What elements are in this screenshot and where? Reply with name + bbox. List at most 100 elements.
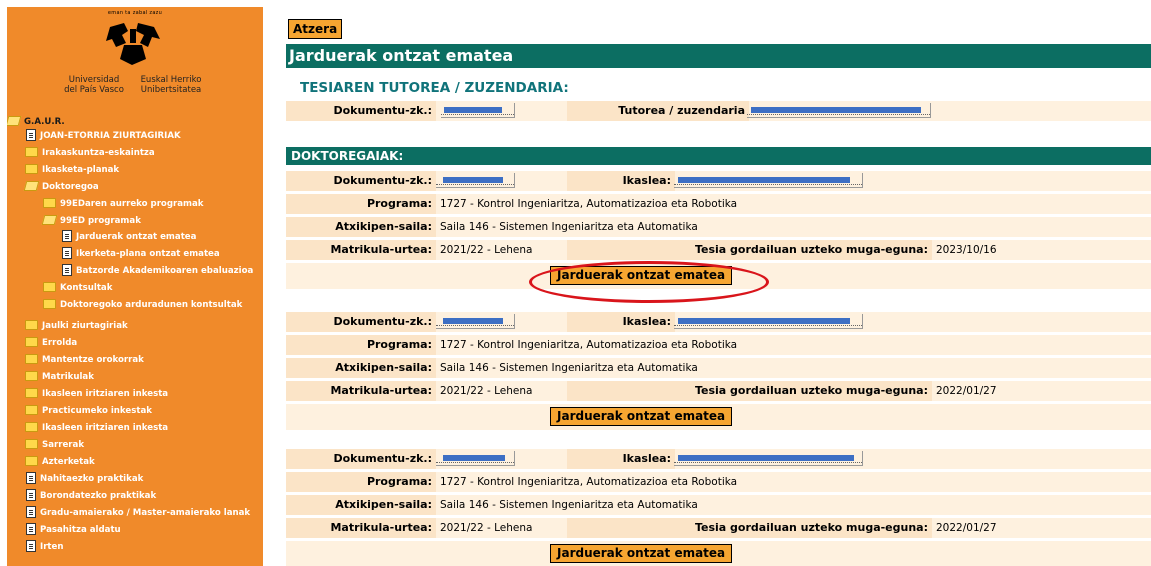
sidebar-item-4[interactable]: Doktoregoa (23, 180, 99, 194)
sidebar-item-label: JOAN-ETORRIA ZIURTAGIRIAK (40, 131, 181, 141)
sidebar-item-2[interactable]: Irakaskuntza-eskaintza (25, 146, 155, 160)
sidebar-item-label: Jaulki ziurtagiriak (42, 321, 128, 331)
sidebar-item-1[interactable]: JOAN-ETORRIA ZIURTAGIRIAK (25, 128, 181, 143)
enrolment-year-value: 2021/22 - Lehena (440, 522, 533, 534)
folder-open-icon (41, 214, 58, 225)
folder-icon (25, 438, 38, 449)
deadline-label: Tesia gordailuan uzteko muga-eguna: (567, 518, 932, 538)
folder-icon (25, 336, 38, 347)
sidebar-item-9[interactable]: Batzorde Akademikoaren ebaluazioa (61, 263, 254, 278)
department-label: Atxikipen-saila: (286, 495, 436, 515)
enrolment-year-label: Matrikula-urtea: (286, 381, 436, 401)
folder-icon (43, 298, 56, 309)
sidebar-item-16[interactable]: Ikasleen iritziaren inkesta (25, 387, 168, 401)
sidebar-item-21[interactable]: Nahitaezko praktikak (25, 471, 144, 486)
sidebar-item-7[interactable]: Jarduerak ontzat ematea (61, 229, 197, 244)
sidebar-item-label: Doktoregoa (42, 182, 99, 192)
student-program-row: Programa: 1727 - Kontrol Ingeniaritza, Au… (286, 194, 1151, 214)
folder-icon (25, 163, 38, 174)
sidebar-item-label: Errolda (42, 338, 78, 348)
tutor-name-label: Tutorea / zuzendaria (567, 101, 749, 121)
student-doc-label: Dokumentu-zk.: (286, 171, 436, 191)
redacted-doc-number (443, 177, 503, 183)
sidebar-item-label: Batzorde Akademikoaren ebaluazioa (76, 266, 254, 276)
document-icon (26, 505, 36, 518)
sidebar-item-label: Ikerketa-plana ontzat ematea (76, 249, 220, 259)
sidebar-item-6[interactable]: 99ED programak (41, 214, 141, 228)
sidebar-item-13[interactable]: Errolda (25, 336, 77, 350)
program-label: Programa: (286, 472, 436, 492)
sidebar-item-0[interactable]: G.A.U.R. (7, 115, 65, 129)
department-value: Saila 146 - Sistemen Ingeniaritza eta Au… (440, 499, 698, 511)
tutor-heading: TESIAREN TUTOREA / ZUZENDARIA: (300, 80, 569, 96)
sidebar-item-20[interactable]: Azterketak (25, 455, 95, 469)
sidebar-item-label: Nahitaezko praktikak (40, 474, 144, 484)
tutor-doc-label: Dokumentu-zk.: (286, 101, 436, 121)
sidebar-item-8[interactable]: Ikerketa-plana ontzat ematea (61, 246, 220, 261)
university-emblem-icon (106, 23, 160, 65)
document-icon (62, 229, 72, 242)
folder-icon (43, 197, 56, 208)
university-name-eu: Euskal Herriko Unibertsitatea (131, 75, 211, 95)
department-value: Saila 146 - Sistemen Ingeniaritza eta Au… (440, 221, 698, 233)
department-value: Saila 146 - Sistemen Ingeniaritza eta Au… (440, 362, 698, 374)
document-icon (26, 488, 36, 501)
sidebar-item-19[interactable]: Sarrerak (25, 438, 84, 452)
sidebar-item-24[interactable]: Pasahitza aldatu (25, 522, 121, 537)
sidebar-item-label: Borondatezko praktikak (40, 491, 157, 501)
main-content: Atzera Jarduerak ontzat ematea TESIAREN … (286, 0, 1151, 566)
sidebar-item-11[interactable]: Doktoregoko arduradunen kontsultak (43, 298, 242, 312)
sidebar-item-label: Irakaskuntza-eskaintza (42, 148, 155, 158)
program-value: 1727 - Kontrol Ingeniaritza, Automatizaz… (440, 339, 738, 351)
sidebar-item-12[interactable]: Jaulki ziurtagiriak (25, 319, 128, 333)
folder-icon (25, 353, 38, 364)
sidebar-item-15[interactable]: Matrikulak (25, 370, 94, 384)
deadline-value: 2022/01/27 (936, 385, 997, 397)
students-heading: DOKTOREGAIAK: (286, 147, 1151, 165)
enrolment-year-label: Matrikula-urtea: (286, 240, 436, 260)
program-label: Programa: (286, 194, 436, 214)
sidebar-item-label: Gradu-amaierako / Master-amaierako lanak (40, 508, 251, 518)
folder-icon (25, 455, 38, 466)
sidebar-item-14[interactable]: Mantentze orokorrak (25, 353, 144, 367)
sidebar-item-10[interactable]: Kontsultak (43, 281, 112, 295)
folder-icon (25, 146, 38, 157)
folder-icon (25, 421, 38, 432)
student-dept-row: Atxikipen-saila: Saila 146 - Sistemen Ing… (286, 495, 1151, 515)
approve-activities-button[interactable]: Jarduerak ontzat ematea (550, 266, 733, 285)
university-name-es-line1: Universidad (68, 75, 120, 85)
student-name-label: Ikaslea: (567, 449, 675, 469)
sidebar-item-label: Azterketak (42, 457, 95, 467)
redacted-student-name (678, 318, 850, 324)
sidebar-item-23[interactable]: Gradu-amaierako / Master-amaierako lanak (25, 505, 251, 520)
sidebar-item-18[interactable]: Ikasleen iritziaren inkesta (25, 421, 168, 435)
sidebar-item-label: G.A.U.R. (24, 117, 65, 127)
student-id-row: Dokumentu-zk.: Ikaslea: (286, 171, 1151, 191)
document-icon (26, 522, 36, 535)
sidebar-item-3[interactable]: Ikasketa-planak (25, 163, 119, 177)
program-label: Programa: (286, 335, 436, 355)
university-name-es: Universidad del País Vasco (59, 75, 129, 95)
sidebar-item-25[interactable]: Irten (25, 539, 64, 554)
student-doc-label: Dokumentu-zk.: (286, 449, 436, 469)
sidebar-item-label: Practicumeko inkestak (42, 406, 152, 416)
approve-activities-button[interactable]: Jarduerak ontzat ematea (550, 407, 733, 426)
student-year-row: Matrikula-urtea: 2021/22 - Lehena Tesia go… (286, 381, 1151, 401)
sidebar-item-label: Jarduerak ontzat ematea (76, 232, 197, 242)
sidebar-item-label: Doktoregoko arduradunen kontsultak (60, 300, 243, 310)
back-button[interactable]: Atzera (288, 19, 343, 39)
document-icon (26, 128, 36, 141)
sidebar-item-label: Mantentze orokorrak (42, 355, 144, 365)
student-id-row: Dokumentu-zk.: Ikaslea: (286, 449, 1151, 469)
deadline-value: 2022/01/27 (936, 522, 997, 534)
student-year-row: Matrikula-urtea: 2021/22 - Lehena Tesia go… (286, 518, 1151, 538)
approve-activities-button[interactable]: Jarduerak ontzat ematea (550, 544, 733, 563)
redacted-doc-number (444, 107, 502, 113)
sidebar-item-5[interactable]: 99EDaren aurreko programak (43, 197, 204, 211)
folder-icon (25, 404, 38, 415)
sidebar-item-22[interactable]: Borondatezko praktikak (25, 488, 157, 503)
sidebar-item-17[interactable]: Practicumeko inkestak (25, 404, 152, 418)
folder-open-icon (23, 180, 40, 191)
program-value: 1727 - Kontrol Ingeniaritza, Automatizaz… (440, 198, 738, 210)
redacted-doc-number (443, 455, 505, 461)
